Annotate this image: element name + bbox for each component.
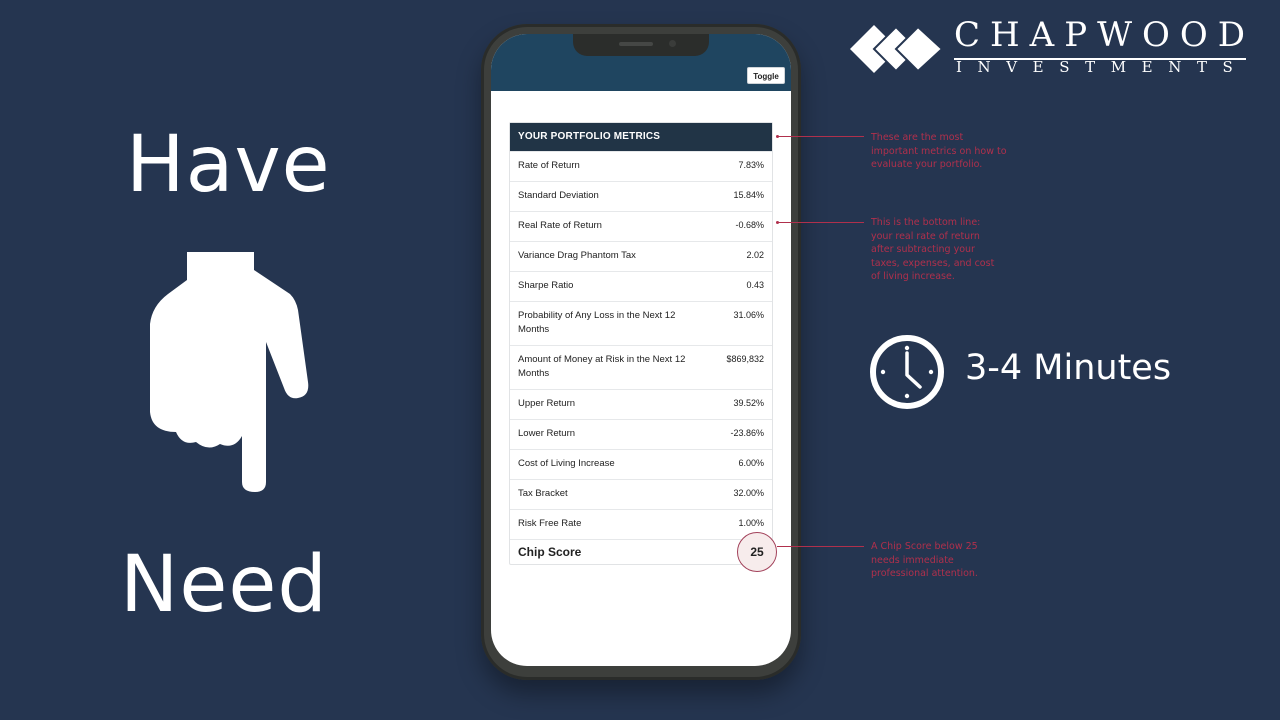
metric-label: Cost of Living Increase — [518, 458, 615, 469]
clock-icon — [870, 335, 944, 409]
annotation-3-leader — [777, 546, 864, 547]
app-header: Toggle — [491, 34, 791, 91]
annotation-1-leader — [778, 136, 864, 137]
metric-label: Upper Return — [518, 398, 576, 409]
metric-row: Sharpe Ratio 0.43 — [510, 271, 772, 301]
metric-value: 7.83% — [738, 160, 764, 170]
metric-label: Tax Bracket — [518, 488, 568, 499]
metric-value: 1.00% — [738, 518, 764, 528]
logo-subtitle: INVESTMENTS — [956, 58, 1249, 76]
chip-score-label: Chip Score — [518, 545, 582, 559]
metric-value: -23.86% — [730, 428, 764, 438]
metric-label: Rate of Return — [518, 160, 580, 171]
metric-row: Risk Free Rate 1.00% — [510, 509, 772, 539]
three-diamonds-icon — [850, 25, 944, 73]
metric-row: Real Rate of Return -0.68% — [510, 211, 772, 241]
metric-label: Real Rate of Return — [518, 220, 602, 231]
metric-label: Sharpe Ratio — [518, 280, 574, 291]
metric-row: Tax Bracket 32.00% — [510, 479, 772, 509]
toggle-button[interactable]: Toggle — [747, 67, 785, 84]
metric-value: -0.68% — [735, 220, 764, 230]
chip-score-value: 25 — [737, 532, 777, 572]
metric-label: Probability of Any Loss in the Next 12 M… — [518, 310, 676, 335]
pointing-down-hand-icon — [150, 252, 309, 492]
chip-score-row: Chip Score 25 — [510, 532, 777, 572]
annotation-3-text: A Chip Score below 25 needs immediate pr… — [871, 541, 978, 579]
logo-brand-name: CHAPWOOD — [954, 15, 1256, 55]
metric-row: Standard Deviation 15.84% — [510, 181, 772, 211]
metric-row: Variance Drag Phantom Tax 2.02 — [510, 241, 772, 271]
annotation-1-text: These are the most important metrics on … — [871, 132, 1007, 170]
metric-row: Probability of Any Loss in the Next 12 M… — [510, 301, 772, 345]
metric-value: 31.06% — [733, 310, 764, 320]
metric-value: 15.84% — [733, 190, 764, 200]
chapwood-logo: CHAPWOOD INVESTMENTS — [850, 18, 1250, 80]
metric-row: Rate of Return 7.83% — [510, 151, 772, 181]
metric-row: Upper Return 39.52% — [510, 389, 772, 419]
phone-notch — [573, 34, 709, 56]
need-heading: Need — [120, 540, 328, 630]
metric-value: 2.02 — [746, 250, 764, 260]
metric-label: Risk Free Rate — [518, 518, 582, 529]
duration-text: 3-4 Minutes — [965, 348, 1172, 388]
metric-value: 6.00% — [738, 458, 764, 468]
metric-row: Cost of Living Increase 6.00% — [510, 449, 772, 479]
metric-value: 32.00% — [733, 488, 764, 498]
metric-value: 39.52% — [733, 398, 764, 408]
metric-label: Standard Deviation — [518, 190, 599, 201]
speaker-grille — [619, 42, 653, 46]
metrics-table-title: YOUR PORTFOLIO METRICS — [510, 123, 772, 151]
front-camera — [669, 40, 676, 47]
phone-mockup: Toggle YOUR PORTFOLIO METRICS Rate of Re… — [481, 24, 801, 680]
have-heading: Have — [126, 120, 331, 210]
metric-label: Variance Drag Phantom Tax — [518, 250, 636, 261]
metric-row: Lower Return -23.86% — [510, 419, 772, 449]
metric-value: $869,832 — [726, 354, 764, 364]
metric-value: 0.43 — [746, 280, 764, 290]
metric-row: Amount of Money at Risk in the Next 12 M… — [510, 345, 772, 389]
annotation-2-text: This is the bottom line: your real rate … — [871, 217, 995, 282]
metric-label: Amount of Money at Risk in the Next 12 M… — [518, 354, 686, 379]
portfolio-metrics-table: YOUR PORTFOLIO METRICS Rate of Return 7.… — [509, 122, 777, 572]
annotation-2-leader — [778, 222, 864, 223]
metric-label: Lower Return — [518, 428, 576, 439]
phone-screen: Toggle YOUR PORTFOLIO METRICS Rate of Re… — [491, 34, 791, 666]
